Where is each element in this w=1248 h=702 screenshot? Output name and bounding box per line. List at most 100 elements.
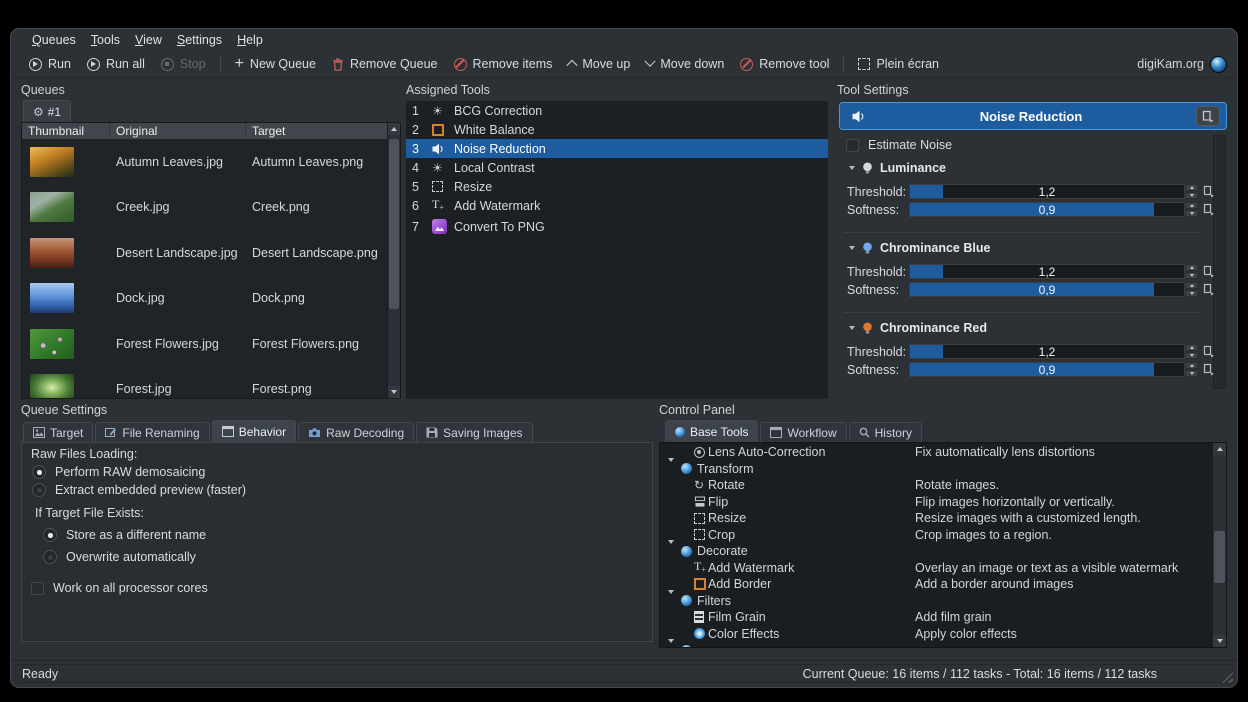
tree-item-lens-auto-correction[interactable]: Lens Auto-Correction Fix automatically l…	[660, 444, 1212, 461]
reset-value-icon[interactable]	[1203, 345, 1215, 358]
column-original[interactable]: Original	[110, 123, 246, 139]
queue-item-row[interactable]: Creek.jpg Creek.png	[22, 185, 400, 231]
tab-workflow[interactable]: Workflow	[760, 422, 846, 442]
expander-icon[interactable]	[668, 458, 674, 476]
luminance-softness-slider[interactable]: 0,9	[909, 202, 1185, 217]
spinbox-arrows[interactable]	[1185, 362, 1198, 377]
work-on-all-cores-option[interactable]: Work on all processor cores	[31, 581, 208, 595]
new-queue-button[interactable]: New Queue	[227, 54, 324, 74]
radio-perform-raw-demosaicing[interactable]: Perform RAW demosaicing	[32, 465, 205, 479]
spinbox-arrows[interactable]	[1185, 184, 1198, 199]
tab-history[interactable]: History	[849, 422, 922, 442]
queue-item-row[interactable]: Autumn Leaves.jpg Autumn Leaves.png	[22, 139, 400, 185]
collapse-arrow-icon[interactable]	[849, 166, 855, 170]
radio-overwrite-automatically[interactable]: Overwrite automatically	[43, 550, 196, 564]
chrominance-blue-threshold-slider[interactable]: 1,2	[909, 264, 1185, 279]
assigned-tool-row[interactable]: 7 Convert To PNG	[406, 215, 828, 238]
all-cores-checkbox[interactable]	[31, 582, 44, 595]
queue-tab-1[interactable]: #1	[23, 100, 71, 123]
remove-tool-button[interactable]: Remove tool	[732, 54, 837, 74]
collapse-arrow-icon[interactable]	[849, 326, 855, 330]
assigned-tool-row[interactable]: 2 White Balance	[406, 120, 828, 139]
chrominance-red-section-header[interactable]: Chrominance Red	[849, 321, 987, 335]
menu-tools[interactable]: Tools	[91, 33, 120, 47]
queue-item-row[interactable]: Forest.jpg Forest.png	[22, 367, 400, 400]
tree-group-filters[interactable]: Filters	[660, 593, 1212, 610]
reset-value-icon[interactable]	[1203, 265, 1215, 278]
scroll-down-arrow[interactable]	[388, 386, 400, 398]
tree-item-color-effects[interactable]: Color Effects Apply color effects	[660, 626, 1212, 643]
move-up-button[interactable]: Move up	[560, 54, 638, 74]
chrominance-red-softness-slider[interactable]: 0,9	[909, 362, 1185, 377]
assigned-tool-row[interactable]: 5 Resize	[406, 177, 828, 196]
assigned-tool-row[interactable]: 1 BCG Correction	[406, 101, 828, 120]
expander-icon[interactable]	[668, 639, 674, 648]
radio-button[interactable]	[43, 550, 57, 564]
spinbox-arrows[interactable]	[1185, 344, 1198, 359]
tree-item-flip[interactable]: Flip Flip images horizontally or vertica…	[660, 494, 1212, 511]
tree-group-partially-visible[interactable]	[660, 642, 1212, 648]
menu-help[interactable]: Help	[237, 33, 263, 47]
tree-item-resize[interactable]: Resize Resize images with a customized l…	[660, 510, 1212, 527]
tab-base-tools[interactable]: Base Tools	[665, 420, 758, 442]
tree-item-add-border[interactable]: Add Border Add a border around images	[660, 576, 1212, 593]
expander-icon[interactable]	[668, 590, 674, 608]
assigned-tool-row[interactable]: 4 Local Contrast	[406, 158, 828, 177]
fullscreen-button[interactable]: Plein écran	[850, 54, 947, 74]
tool-settings-menu-button[interactable]	[1196, 106, 1220, 126]
menu-settings[interactable]: Settings	[177, 33, 222, 47]
tab-behavior[interactable]: Behavior	[212, 420, 296, 442]
estimate-noise-option[interactable]: Estimate Noise	[846, 138, 952, 152]
column-target[interactable]: Target	[246, 123, 400, 139]
control-panel-scrollbar[interactable]	[1212, 443, 1226, 647]
run-all-button[interactable]: Run all	[79, 54, 153, 74]
chrominance-red-threshold-slider[interactable]: 1,2	[909, 344, 1185, 359]
column-thumbnail[interactable]: Thumbnail	[22, 123, 110, 139]
tree-item-add-watermark[interactable]: T Add Watermark Overlay an image or text…	[660, 560, 1212, 577]
tab-saving-images[interactable]: Saving Images	[416, 422, 532, 442]
reset-value-icon[interactable]	[1203, 283, 1215, 296]
tab-raw-decoding[interactable]: Raw Decoding	[298, 422, 414, 442]
collapse-arrow-icon[interactable]	[849, 246, 855, 250]
tree-item-film-grain[interactable]: Film Grain Add film grain	[660, 609, 1212, 626]
tab-file-renaming[interactable]: File Renaming	[95, 422, 209, 442]
menu-view[interactable]: View	[135, 33, 162, 47]
radio-extract-embedded-preview[interactable]: Extract embedded preview (faster)	[32, 483, 246, 497]
reset-value-icon[interactable]	[1203, 363, 1215, 376]
remove-queue-button[interactable]: Remove Queue	[324, 54, 446, 74]
scroll-up-arrow[interactable]	[1213, 443, 1226, 455]
chrominance-blue-section-header[interactable]: Chrominance Blue	[849, 241, 990, 255]
queue-item-row[interactable]: Forest Flowers.jpg Forest Flowers.png	[22, 321, 400, 367]
radio-store-different-name[interactable]: Store as a different name	[43, 528, 206, 542]
scrollbar-thumb[interactable]	[1214, 531, 1225, 583]
spinbox-arrows[interactable]	[1185, 202, 1198, 217]
chrominance-blue-softness-slider[interactable]: 0,9	[909, 282, 1185, 297]
spinbox-arrows[interactable]	[1185, 282, 1198, 297]
radio-button[interactable]	[32, 483, 46, 497]
radio-button[interactable]	[32, 465, 46, 479]
estimate-noise-checkbox[interactable]	[846, 139, 859, 152]
stop-button[interactable]: Stop	[153, 54, 214, 74]
reset-value-icon[interactable]	[1203, 185, 1215, 198]
reset-value-icon[interactable]	[1203, 203, 1215, 216]
luminance-threshold-slider[interactable]: 1,2	[909, 184, 1185, 199]
menu-queues[interactable]: Queues	[32, 33, 76, 47]
tree-group-decorate[interactable]: Decorate	[660, 543, 1212, 560]
scroll-up-arrow[interactable]	[388, 123, 400, 135]
luminance-section-header[interactable]: Luminance	[849, 161, 946, 175]
expander-icon[interactable]	[668, 540, 674, 558]
tree-item-crop[interactable]: Crop Crop images to a region.	[660, 527, 1212, 544]
assigned-tool-row[interactable]: 6 T Add Watermark	[406, 196, 828, 215]
radio-button[interactable]	[43, 528, 57, 542]
queue-item-row[interactable]: Desert Landscape.jpg Desert Landscape.pn…	[22, 230, 400, 276]
assigned-tool-row-selected[interactable]: 3 Noise Reduction	[406, 139, 828, 158]
run-button[interactable]: Run	[21, 54, 79, 74]
tab-target[interactable]: Target	[23, 422, 93, 442]
spinbox-arrows[interactable]	[1185, 264, 1198, 279]
tree-item-rotate[interactable]: Rotate Rotate images.	[660, 477, 1212, 494]
move-down-button[interactable]: Move down	[638, 54, 732, 74]
remove-items-button[interactable]: Remove items	[446, 54, 561, 74]
tree-group-transform[interactable]: Transform	[660, 461, 1212, 478]
queue-item-row[interactable]: Dock.jpg Dock.png	[22, 276, 400, 322]
scrollbar-thumb[interactable]	[389, 139, 399, 309]
